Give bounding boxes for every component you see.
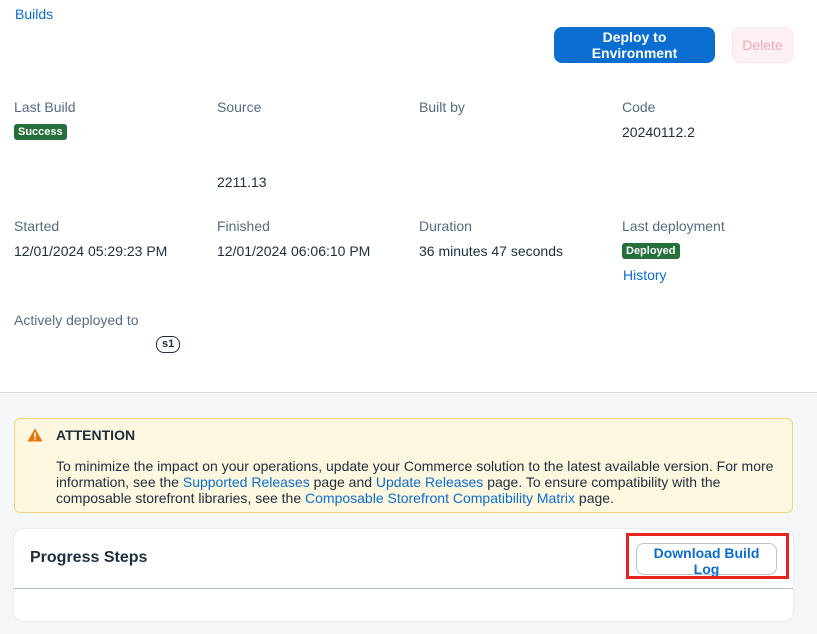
attention-text: To minimize the impact on your operation…: [56, 458, 781, 506]
attention-text-part: page and: [309, 474, 376, 490]
attention-text-part: page.: [575, 490, 614, 506]
attention-title: ATTENTION: [56, 427, 136, 443]
source-value: 2211.13: [217, 174, 267, 190]
code-value: 20240112.2: [622, 124, 695, 140]
duration-value: 36 minutes 47 seconds: [419, 243, 563, 259]
progress-steps-title: Progress Steps: [30, 549, 148, 566]
actively-deployed-label: Actively deployed to: [14, 312, 139, 328]
last-build-status-badge: Success: [14, 124, 67, 140]
finished-value: 12/01/2024 06:06:10 PM: [217, 243, 371, 259]
finished-label: Finished: [217, 218, 270, 234]
environment-token: s1: [156, 336, 181, 353]
deploy-to-environment-button[interactable]: Deploy to Environment: [554, 27, 715, 63]
last-build-label: Last Build: [14, 99, 76, 115]
deployment-status-badge: Deployed: [622, 243, 680, 259]
built-by-label: Built by: [419, 99, 465, 115]
breadcrumb-builds[interactable]: Builds: [15, 6, 53, 22]
progress-steps-card: Progress Steps Download Build Log: [14, 529, 793, 621]
warning-icon: [27, 428, 43, 442]
download-build-log-button[interactable]: Download Build Log: [636, 543, 777, 577]
delete-button[interactable]: Delete: [732, 27, 793, 63]
duration-label: Duration: [419, 218, 472, 234]
compatibility-matrix-link[interactable]: Composable Storefront Compatibility Matr…: [305, 490, 575, 506]
divider: [14, 588, 793, 589]
code-label: Code: [622, 99, 656, 115]
deployment-history-link[interactable]: History: [623, 267, 667, 283]
last-deployment-label: Last deployment: [622, 218, 725, 234]
attention-message-strip: ATTENTION To minimize the impact on your…: [14, 418, 793, 513]
source-label: Source: [217, 99, 262, 115]
started-value: 12/01/2024 05:29:23 PM: [14, 243, 168, 259]
supported-releases-link[interactable]: Supported Releases: [183, 474, 310, 490]
started-label: Started: [14, 218, 60, 234]
update-releases-link[interactable]: Update Releases: [376, 474, 483, 490]
build-details-panel: Builds Deploy to Environment Delete Last…: [0, 0, 817, 393]
